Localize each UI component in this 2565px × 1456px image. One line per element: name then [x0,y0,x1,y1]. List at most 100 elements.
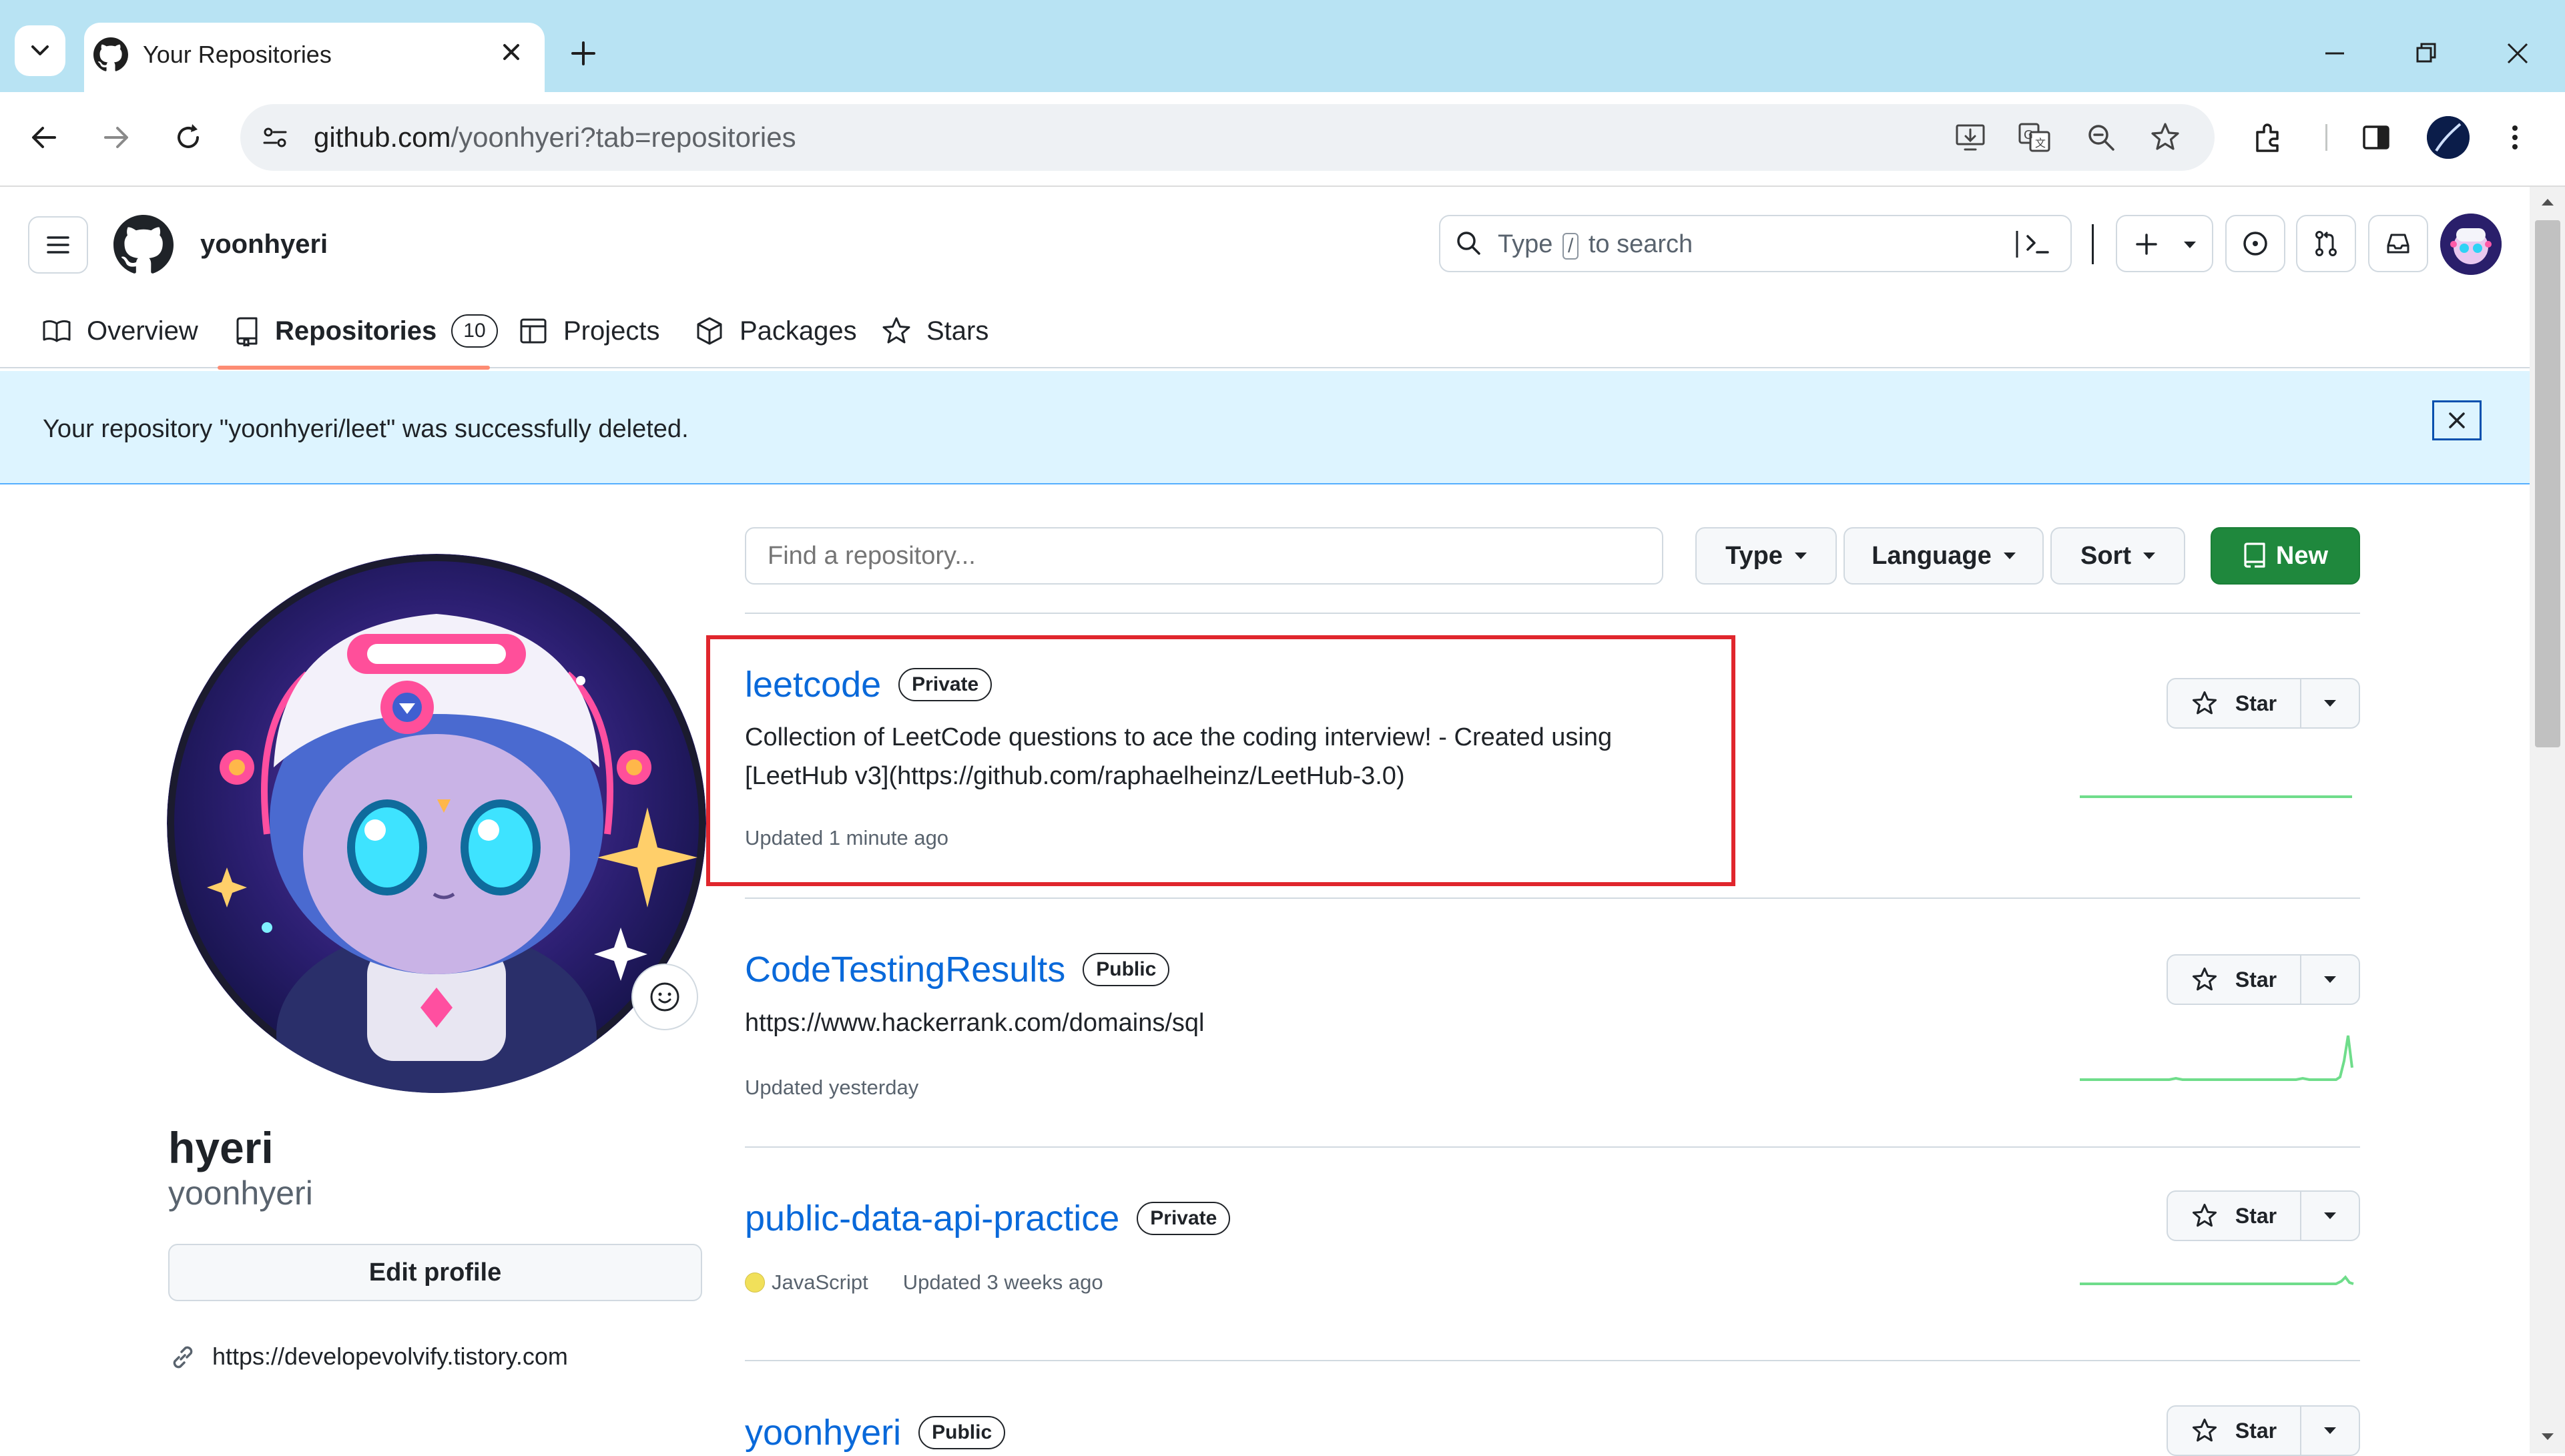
star-repo-button[interactable]: Star [2167,1405,2360,1456]
browser-tab-title: Your Repositories [143,41,332,68]
url-host: github.com [314,121,451,153]
profile-website-link[interactable]: https://developevolvify.tistory.com [212,1340,568,1373]
new-repository-button[interactable]: New [2211,527,2360,585]
edit-profile-button[interactable]: Edit profile [168,1244,702,1301]
pull-requests-button[interactable] [2296,215,2356,272]
star-list-dropdown[interactable] [2301,1407,2359,1455]
star-repo-button[interactable]: Star [2167,1190,2360,1241]
user-avatar-menu[interactable] [2440,214,2502,275]
github-logo-icon[interactable] [113,215,174,275]
scroll-up-arrow-icon[interactable] [2539,194,2556,211]
flash-close-button[interactable] [2432,400,2482,440]
new-tab-button[interactable] [565,35,602,72]
repo-updated-time: Updated 3 weeks ago [902,1270,1103,1294]
repo-name-link[interactable]: yoonhyeri [745,1411,901,1455]
create-new-button[interactable] [2116,215,2213,272]
zoom-icon[interactable] [2082,119,2120,156]
minimize-icon [2325,52,2344,55]
scroll-down-arrow-icon[interactable] [2539,1428,2556,1445]
close-icon [2449,412,2465,428]
caret-down-icon [1794,553,1807,559]
close-icon [2507,43,2528,64]
plus-icon [2136,234,2157,255]
repo-icon [236,317,258,346]
star-button-main[interactable]: Star [2168,679,2301,727]
selected-tab-underline [218,366,490,370]
new-repository-label: New [2275,541,2329,570]
search-placeholder: Type / to search [1498,227,1693,262]
restore-icon [2416,43,2436,63]
open-global-nav-button[interactable] [28,216,88,274]
tab-stars-label: Stars [926,316,989,346]
git-pull-request-icon [2315,231,2337,256]
sort-label: Sort [2080,541,2131,570]
header-username-link[interactable]: yoonhyeri [200,227,328,262]
tab-stars[interactable]: Stars [881,311,988,351]
set-status-button[interactable] [631,964,698,1030]
star-list-dropdown[interactable] [2301,1192,2359,1240]
restore-window-button[interactable] [2405,33,2446,73]
reload-button[interactable] [168,117,208,157]
browser-profile-avatar[interactable] [2427,116,2470,159]
site-info-icon[interactable] [258,120,292,155]
star-icon [2192,1203,2217,1227]
repo-description: https://www.hackerrank.com/domains/sql [745,1009,1205,1037]
profile-avatar-image [167,554,706,1093]
tab-search-button[interactable] [15,25,65,76]
star-button-main[interactable]: Star [2168,956,2301,1004]
list-divider [745,1360,2360,1361]
slash-key-hint: / [1562,233,1579,260]
caret-down-icon [2324,1427,2336,1434]
language-color-dot [745,1272,765,1293]
url-text[interactable]: github.com/yoonhyeri?tab=repositories [314,117,796,157]
star-label: Star [2235,1418,2277,1443]
close-window-button[interactable] [2498,33,2538,73]
list-divider [745,897,2360,899]
tab-repositories-label: Repositories [275,316,437,346]
command-palette-icon[interactable] [2014,227,2054,262]
table-icon [520,318,547,344]
activity-sparkline [2080,1275,2354,1285]
translate-icon[interactable]: G 文 [2016,119,2053,156]
browser-menu-icon[interactable] [2495,117,2535,157]
tab-overview[interactable]: Overview [41,311,198,351]
issue-opened-icon [2243,232,2267,256]
tab-close-button[interactable] [497,37,526,67]
repo-meta-row: JavaScript Updated 3 weeks ago [745,1268,1103,1297]
install-app-icon[interactable] [1952,119,1989,156]
activity-sparkline [2080,795,2352,798]
star-list-dropdown[interactable] [2301,679,2359,727]
flash-message: Your repository "yoonhyeri/leet" was suc… [43,415,689,443]
side-panel-icon[interactable] [2356,117,2396,157]
repo-name-link[interactable]: public-data-api-practice [745,1196,1119,1240]
star-button-main[interactable]: Star [2168,1192,2301,1240]
star-button-main[interactable]: Star [2168,1407,2301,1455]
forward-button[interactable] [96,117,136,157]
sort-button[interactable]: Sort [2050,527,2185,585]
repo-item-header: CodeTestingResults Public [745,948,1170,992]
star-repo-button[interactable]: Star [2167,678,2360,729]
arrow-right-icon [104,127,128,148]
issues-button[interactable] [2225,215,2285,272]
smiley-icon [650,982,679,1012]
bookmark-star-icon[interactable] [2147,119,2184,156]
link-icon [168,1343,198,1372]
star-repo-button[interactable]: Star [2167,954,2360,1005]
minimize-window-button[interactable] [2315,33,2355,73]
arrow-left-icon [32,127,56,148]
find-repository-input[interactable] [745,527,1663,585]
extensions-icon[interactable] [2249,117,2289,157]
tab-projects[interactable]: Projects [518,311,660,351]
toolbar-divider [2325,124,2327,151]
notifications-inbox-button[interactable] [2368,215,2428,272]
type-filter-button[interactable]: Type [1695,527,1837,585]
star-list-dropdown[interactable] [2301,956,2359,1004]
repo-name-link[interactable]: CodeTestingResults [745,948,1065,992]
scrollbar-thumb[interactable] [2535,220,2560,747]
back-button[interactable] [24,117,64,157]
tab-repositories[interactable]: Repositories 10 [234,311,498,351]
repo-item-header: yoonhyeri Public [745,1411,1006,1455]
caret-down-icon [2184,242,2196,248]
language-filter-button[interactable]: Language [1843,527,2044,585]
tab-packages[interactable]: Packages [694,311,857,351]
